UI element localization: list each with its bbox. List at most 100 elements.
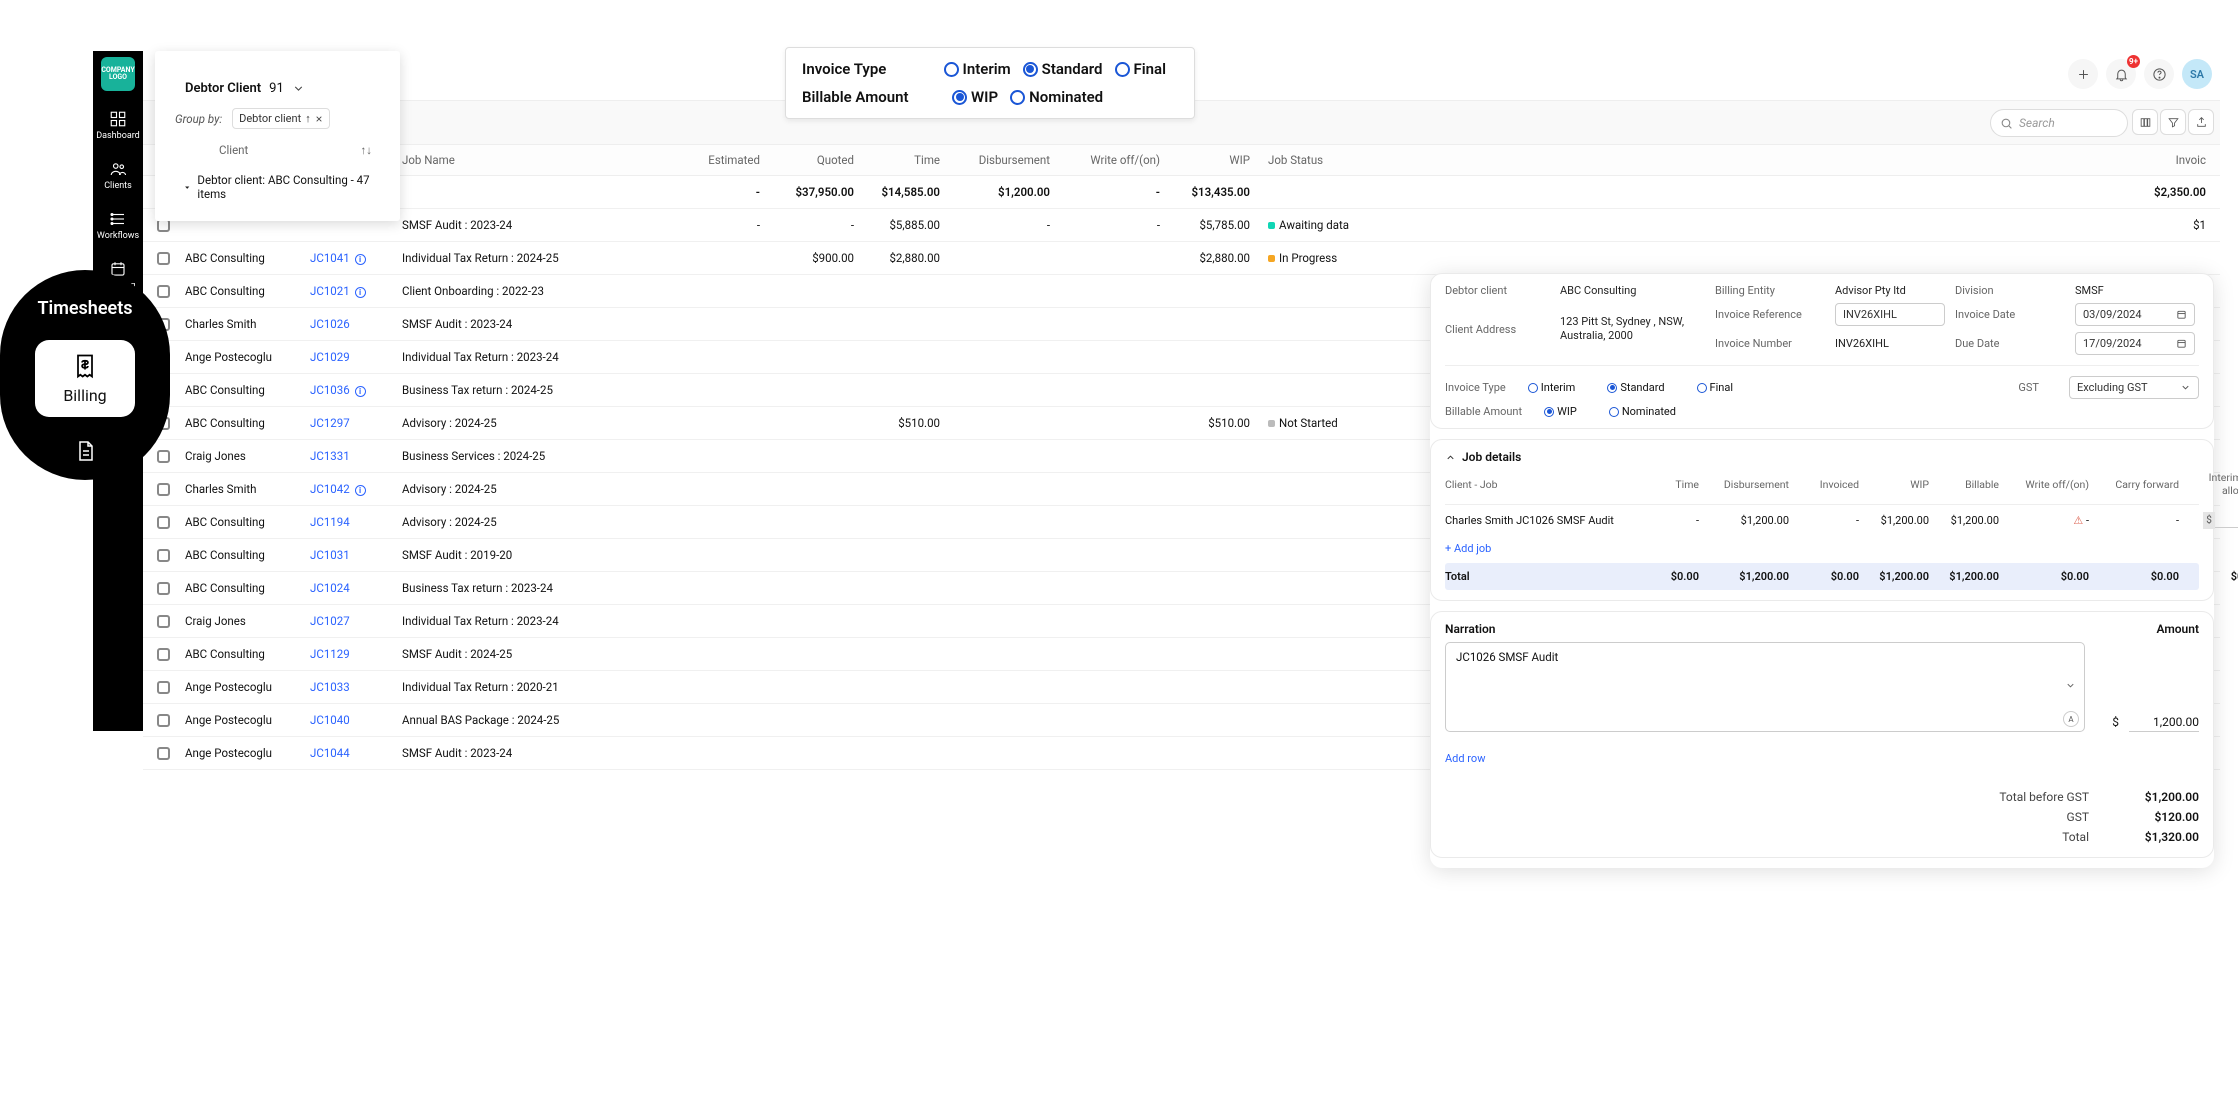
- row-checkbox[interactable]: [157, 285, 170, 298]
- nav-workflows-label: Workflows: [97, 231, 139, 241]
- spellcheck-icon[interactable]: A: [2063, 711, 2079, 727]
- cell-client: ABC Consulting: [179, 548, 304, 562]
- cell-jobcode[interactable]: JC1040: [310, 713, 350, 727]
- col-writeoff[interactable]: Write off/(on): [1056, 153, 1166, 167]
- row-checkbox[interactable]: [157, 450, 170, 463]
- popover-group-row[interactable]: Debtor client: ABC Consulting - 47 items: [155, 165, 400, 209]
- lbl-invoice-number: Invoice Number: [1715, 337, 1825, 350]
- row-checkbox[interactable]: [157, 648, 170, 661]
- radio-standard[interactable]: Standard: [1023, 60, 1103, 78]
- caret-down-icon: [183, 183, 191, 192]
- notifications-button[interactable]: 9+: [2106, 59, 2136, 89]
- col-wip[interactable]: WIP: [1166, 153, 1256, 167]
- add-row-link[interactable]: Add row: [1445, 752, 1485, 765]
- jd-row[interactable]: Charles Smith JC1026 SMSF Audit - $1,200…: [1445, 505, 2199, 536]
- cell-jobcode[interactable]: JC1029: [310, 350, 350, 364]
- radio-nominated[interactable]: Nominated: [1010, 88, 1103, 106]
- cell-jobcode[interactable]: JC1194: [310, 515, 350, 529]
- close-icon[interactable]: [315, 115, 323, 123]
- select-gst[interactable]: Excluding GST: [2069, 376, 2199, 399]
- radio-wip[interactable]: WIP: [952, 88, 998, 106]
- plus-icon: [2076, 67, 2091, 82]
- input-due-date[interactable]: 17/09/2024: [2075, 332, 2195, 355]
- nav-billing[interactable]: Billing: [35, 340, 134, 417]
- export-button[interactable]: [2188, 109, 2214, 135]
- col-job-status[interactable]: Job Status: [1256, 153, 1371, 167]
- cell-jobname: SMSF Audit : 2023-24: [396, 746, 696, 760]
- help-button[interactable]: [2144, 59, 2174, 89]
- mr-interim[interactable]: Interim: [1528, 381, 1576, 394]
- radio-interim[interactable]: Interim: [944, 60, 1011, 78]
- chevron-down-icon: [2065, 680, 2076, 691]
- row-checkbox[interactable]: [157, 549, 170, 562]
- narration-amount-value[interactable]: 1,200.00: [2129, 715, 2199, 732]
- row-checkbox[interactable]: [157, 516, 170, 529]
- cell-time: $510.00: [860, 416, 946, 430]
- cell-jobcode[interactable]: JC1027: [310, 614, 350, 628]
- group-by-label: Group by:: [175, 112, 222, 126]
- search-input[interactable]: Search: [1990, 109, 2128, 137]
- mr-wip[interactable]: WIP: [1544, 405, 1577, 418]
- popover-col-client[interactable]: Client: [219, 143, 248, 157]
- cell-jobcode[interactable]: JC1041: [310, 251, 350, 265]
- col-estimated[interactable]: Estimated: [696, 153, 766, 167]
- row-checkbox[interactable]: [157, 483, 170, 496]
- row-checkbox[interactable]: [157, 615, 170, 628]
- cell-client: Charles Smith: [179, 482, 304, 496]
- mr-final[interactable]: Final: [1697, 381, 1734, 394]
- radio-final[interactable]: Final: [1115, 60, 1166, 78]
- cell-client: ABC Consulting: [179, 647, 304, 661]
- add-job-link[interactable]: + Add job: [1445, 542, 1491, 555]
- nav-clients[interactable]: Clients: [104, 160, 132, 191]
- cell-jobcode[interactable]: JC1042: [310, 482, 350, 496]
- col-quoted[interactable]: Quoted: [766, 153, 860, 167]
- filter-button[interactable]: [2160, 109, 2186, 135]
- cell-jobcode[interactable]: JC1024: [310, 581, 350, 595]
- columns-button[interactable]: [2132, 109, 2158, 135]
- document-icon: [73, 439, 97, 463]
- mr-nominated[interactable]: Nominated: [1609, 405, 1676, 418]
- row-checkbox[interactable]: [157, 747, 170, 760]
- col-job-name[interactable]: Job Name: [396, 153, 696, 167]
- row-checkbox[interactable]: [157, 714, 170, 727]
- cell-jobcode[interactable]: JC1036: [310, 383, 350, 397]
- cell-jobcode[interactable]: JC1331: [310, 449, 350, 463]
- cell-jobcode[interactable]: JC1033: [310, 680, 350, 694]
- cell-jobcode[interactable]: JC1021: [310, 284, 350, 298]
- popover-col-sort-icon[interactable]: ↑↓: [361, 143, 373, 157]
- narration-dropdown[interactable]: [2065, 680, 2076, 694]
- input-invoice-date[interactable]: 03/09/2024: [2075, 303, 2195, 326]
- cell-jobcode[interactable]: JC1026: [310, 317, 350, 331]
- col-time[interactable]: Time: [860, 153, 946, 167]
- cell-jobcode[interactable]: JC1031: [310, 548, 350, 562]
- row-checkbox[interactable]: [157, 681, 170, 694]
- mr-standard[interactable]: Standard: [1607, 381, 1664, 394]
- input-invoice-reference[interactable]: INV26XIHL: [1835, 303, 1945, 326]
- info-icon[interactable]: i: [355, 254, 366, 265]
- chevron-down-icon[interactable]: [292, 82, 305, 95]
- jd-col-clientjob: Client - Job: [1445, 478, 1645, 491]
- nav-doc-icon[interactable]: [73, 439, 97, 466]
- cell-jobcode[interactable]: JC1129: [310, 647, 350, 661]
- cell-jobname: Advisory : 2024-25: [396, 416, 696, 430]
- info-icon[interactable]: i: [355, 485, 366, 496]
- user-avatar[interactable]: SA: [2182, 59, 2212, 89]
- info-icon[interactable]: i: [355, 386, 366, 397]
- nav-dashboard[interactable]: Dashboard: [96, 110, 140, 141]
- col-disbursement[interactable]: Disbursement: [946, 153, 1056, 167]
- cell-jobcode[interactable]: JC1044: [310, 746, 350, 760]
- group-by-chip[interactable]: Debtor client ↑: [232, 108, 330, 129]
- lbl-division: Division: [1955, 284, 2065, 297]
- nav-workflows[interactable]: Workflows: [97, 210, 139, 241]
- info-icon[interactable]: i: [355, 287, 366, 298]
- row-checkbox[interactable]: [157, 582, 170, 595]
- job-details-toggle[interactable]: Job details: [1445, 450, 2199, 464]
- row-checkbox[interactable]: [157, 252, 170, 265]
- table-row[interactable]: SMSF Audit : 2023-24--$5,885.00--$5,785.…: [143, 209, 2220, 242]
- cell-quoted: $900.00: [766, 251, 860, 265]
- add-button[interactable]: [2068, 59, 2098, 89]
- table-row[interactable]: ABC ConsultingJC1041 iIndividual Tax Ret…: [143, 242, 2220, 275]
- col-invoice[interactable]: Invoic: [1371, 153, 2220, 167]
- cell-jobcode[interactable]: JC1297: [310, 416, 350, 430]
- narration-textarea[interactable]: JC1026 SMSF Audit A: [1445, 642, 2085, 732]
